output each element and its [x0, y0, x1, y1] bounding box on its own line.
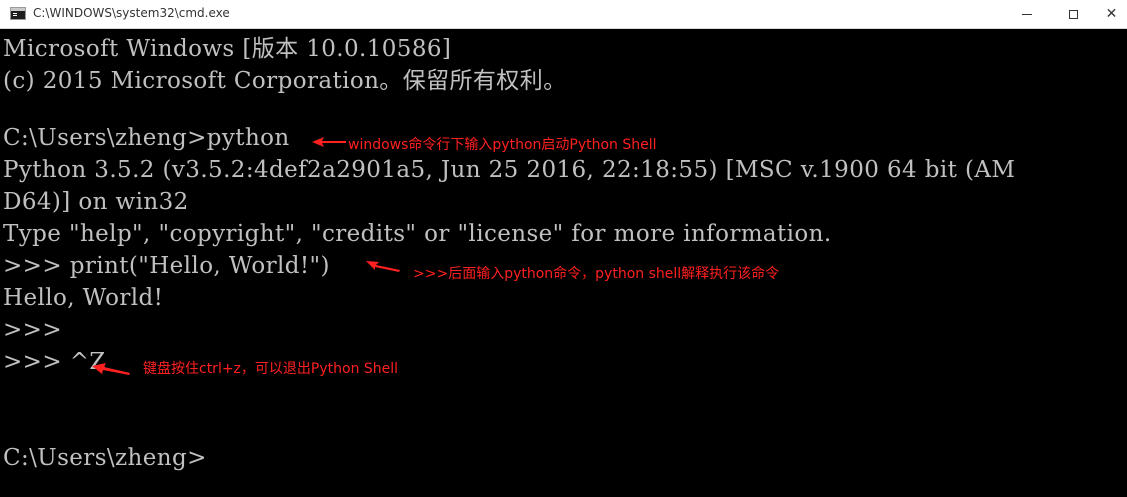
annotation-arrow-icon — [312, 137, 346, 147]
console-line-2: (c) 2015 Microsoft Corporation。保留所有权利。 — [3, 68, 567, 94]
close-icon: ✕ — [1105, 6, 1118, 22]
maximize-button[interactable] — [1050, 0, 1096, 28]
minimize-icon — [1022, 13, 1032, 15]
annotation-start-python: windows命令行下输入python启动Python Shell — [348, 137, 657, 153]
annotation-arrow-icon — [366, 261, 400, 272]
console-line-9: Hello, World! — [3, 285, 164, 311]
annotation-exit-shell: 键盘按住ctrl+z，可以退出Python Shell — [143, 361, 399, 377]
maximize-icon — [1068, 9, 1078, 19]
console-line-7: Type "help", "copyright", "credits" or "… — [3, 221, 832, 247]
annotation-arrow-icon — [92, 363, 130, 375]
console-line-4: C:\Users\zheng>python — [3, 125, 290, 151]
console-line-14: C:\Users\zheng> — [3, 445, 207, 471]
console-line-11: >>> ^Z — [3, 349, 106, 375]
console-output[interactable]: Microsoft Windows [版本 10.0.10586] (c) 20… — [0, 29, 1127, 497]
close-button[interactable]: ✕ — [1096, 0, 1127, 28]
console-line-1: Microsoft Windows [版本 10.0.10586] — [3, 36, 452, 62]
window-title: C:\WINDOWS\system32\cmd.exe — [33, 6, 230, 20]
minimize-button[interactable] — [1004, 0, 1050, 28]
console-line-5: Python 3.5.2 (v3.5.2:4def2a2901a5, Jun 2… — [3, 157, 1016, 183]
console-line-8: >>> print("Hello, World!") — [3, 253, 330, 279]
annotation-execute-command: >>>后面输入python命令，python shell解释执行该命令 — [413, 266, 780, 282]
console-line-10: >>> — [3, 317, 63, 343]
cmd-icon[interactable] — [10, 7, 26, 20]
console-line-6: D64)] on win32 — [3, 189, 189, 215]
title-bar[interactable]: C:\WINDOWS\system32\cmd.exe ✕ — [0, 0, 1127, 29]
